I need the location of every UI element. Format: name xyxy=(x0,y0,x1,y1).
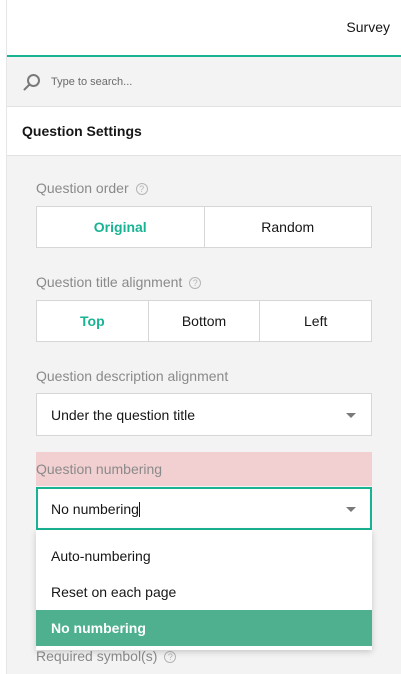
dropdown-value: No numbering xyxy=(51,501,140,517)
numbering-options-menu: Auto-numbering Reset on each page No num… xyxy=(36,530,372,650)
numbering-label: Question numbering xyxy=(36,461,163,477)
option-original[interactable]: Original xyxy=(37,207,205,247)
option-random[interactable]: Random xyxy=(205,207,372,247)
help-icon[interactable]: ? xyxy=(164,651,177,663)
menu-item-reset-each-page[interactable]: Reset on each page xyxy=(36,574,372,610)
chevron-down-icon xyxy=(346,413,356,418)
text-cursor xyxy=(138,502,140,517)
help-icon[interactable]: ? xyxy=(135,183,148,195)
menu-item-auto-numbering[interactable]: Auto-numbering xyxy=(36,538,372,574)
left-edge xyxy=(0,0,7,674)
section-title: Question Settings xyxy=(22,123,142,139)
numbering-dropdown[interactable]: No numbering xyxy=(36,487,372,530)
section-header[interactable]: Question Settings xyxy=(7,108,401,156)
menu-item-no-numbering[interactable]: No numbering xyxy=(36,610,372,646)
option-left[interactable]: Left xyxy=(260,301,371,341)
top-bar: Survey xyxy=(7,0,401,57)
tab-survey[interactable]: Survey xyxy=(346,19,390,35)
description-alignment-label: Question description alignment xyxy=(36,368,229,384)
question-order-label: Question order? xyxy=(36,180,148,196)
help-icon[interactable]: ? xyxy=(189,277,202,289)
option-bottom[interactable]: Bottom xyxy=(149,301,261,341)
search-bar xyxy=(7,57,401,107)
title-alignment-toggle: Top Bottom Left xyxy=(36,300,372,342)
search-input[interactable] xyxy=(51,72,351,92)
required-symbol-label: Required symbol(s)? xyxy=(36,648,177,664)
chevron-down-icon xyxy=(346,507,356,512)
dropdown-value: Under the question title xyxy=(51,407,195,423)
title-alignment-label: Question title alignment? xyxy=(36,274,202,290)
search-icon xyxy=(23,74,40,91)
question-order-toggle: Original Random xyxy=(36,206,372,248)
description-alignment-dropdown[interactable]: Under the question title xyxy=(36,393,372,436)
option-top[interactable]: Top xyxy=(37,301,149,341)
